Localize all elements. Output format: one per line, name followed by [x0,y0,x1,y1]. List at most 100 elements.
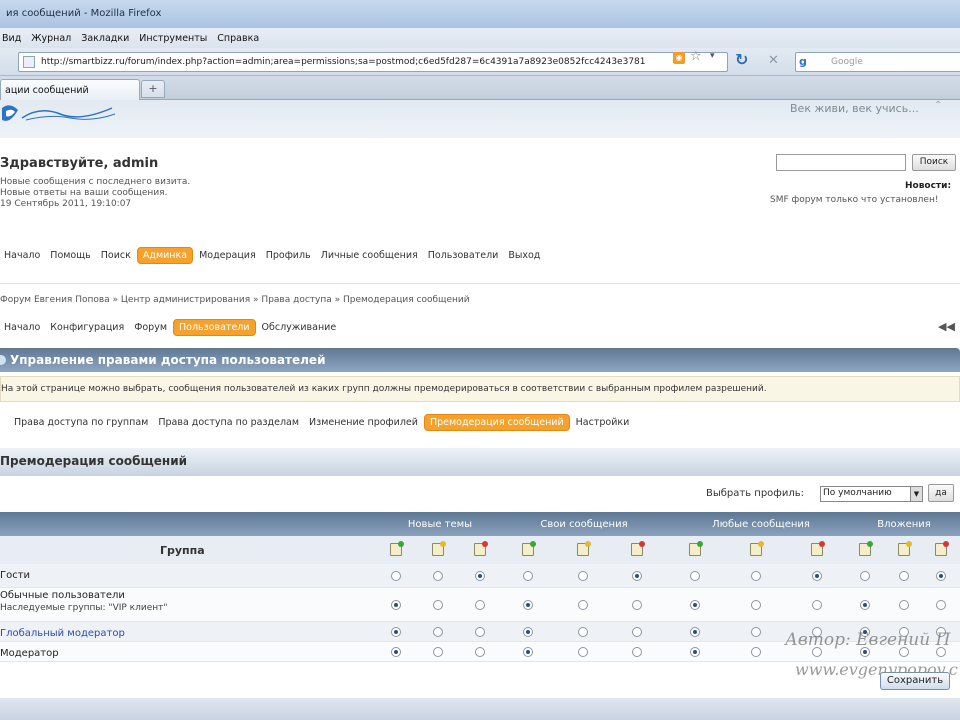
new-replies-link[interactable]: Новые ответы на ваши сообщения. [0,188,167,198]
permission-radio[interactable] [936,571,946,581]
google-icon: g [799,55,807,68]
submenu-home[interactable]: Начало [0,320,44,335]
tab-current[interactable]: ации сообщений [0,79,140,100]
permission-radio[interactable] [433,627,443,637]
permission-radio[interactable] [690,600,700,610]
menu-profile[interactable]: Профиль [262,248,315,263]
pending-icon [432,541,446,556]
forum-search-button[interactable]: Поиск [912,154,956,171]
permission-radio[interactable] [632,571,642,581]
browser-search-box[interactable]: g Google [795,52,960,72]
menu-home[interactable]: Начало [0,248,44,263]
permission-radio[interactable] [751,571,761,581]
tab-edit-profiles[interactable]: Изменение профилей [305,415,422,430]
permission-radio[interactable] [475,647,485,657]
submenu-config[interactable]: Конфигурация [46,320,128,335]
deny-icon [935,541,949,556]
forum-logo[interactable] [0,102,120,128]
collapse-header-icon[interactable]: ⌃ [934,100,942,111]
permission-radio[interactable] [391,571,401,581]
permission-radio[interactable] [751,647,761,657]
greeting: Здравствуйте, admin [0,156,159,171]
permission-radio[interactable] [391,627,401,637]
permission-radio[interactable] [578,647,588,657]
permission-radio[interactable] [751,600,761,610]
breadcrumb[interactable]: Форум Евгения Попова » Центр администрир… [0,295,470,305]
forum-header: Век живи, век учись... ⌃ [0,100,960,138]
permission-radio[interactable] [690,647,700,657]
permission-radio[interactable] [632,600,642,610]
menu-search[interactable]: Поиск [97,248,135,263]
menu-moderation[interactable]: Модерация [195,248,260,263]
col-group-attachments: Вложения [877,519,931,530]
save-button[interactable]: Сохранить [880,672,950,690]
permission-radio[interactable] [433,571,443,581]
tab-by-groups[interactable]: Права доступа по группам [10,415,152,430]
permission-radio[interactable] [632,627,642,637]
submenu-forum[interactable]: Форум [130,320,171,335]
tab-settings[interactable]: Настройки [572,415,634,430]
permission-radio[interactable] [899,600,909,610]
stop-icon[interactable]: ✕ [768,54,779,68]
permission-radio[interactable] [523,571,533,581]
new-tab-button[interactable]: + [141,80,165,98]
browser-search-placeholder: Google [831,57,863,67]
permission-radio[interactable] [936,600,946,610]
new-posts-link[interactable]: Новые сообщения с последнего визита. [0,177,190,187]
approve-icon [522,541,536,556]
bottom-strip [0,698,960,720]
bookmark-star-icon[interactable]: ☆ [690,49,702,64]
permission-radio[interactable] [812,600,822,610]
group-name[interactable]: Глобальный модератор [0,628,125,639]
forum-search-input[interactable] [776,154,906,171]
collapse-sidebar-icon[interactable]: ◀◀ [938,320,955,333]
url-dropdown-icon[interactable]: ▾ [710,51,715,61]
permission-radio[interactable] [433,600,443,610]
permission-radio[interactable] [578,600,588,610]
menu-help[interactable]: Справка [217,33,259,44]
menu-bookmarks[interactable]: Закладки [81,33,129,44]
permission-radio[interactable] [690,627,700,637]
profile-select[interactable]: По умолчанию ▼ [820,486,923,502]
permission-radio[interactable] [433,647,443,657]
url-bar[interactable]: http://smartbizz.ru/forum/index.php?acti… [18,52,728,72]
permission-radio[interactable] [690,571,700,581]
go-button[interactable]: да [928,484,954,502]
permission-tabs: Права доступа по группам Права доступа п… [10,412,635,432]
section-title: Управление правами доступа пользователей [10,353,326,367]
permission-radio[interactable] [751,627,761,637]
rss-icon[interactable]: ◉ [673,52,685,64]
menu-messages[interactable]: Личные сообщения [317,248,422,263]
permission-radio[interactable] [899,571,909,581]
permission-radio[interactable] [475,627,485,637]
menu-help[interactable]: Помощь [46,248,94,263]
menu-logout[interactable]: Выход [504,248,544,263]
group-name: Обычные пользователи [0,590,125,601]
tab-post-moderation[interactable]: Премодерация сообщений [423,413,570,431]
permission-radio[interactable] [523,647,533,657]
menu-history[interactable]: Журнал [31,33,71,44]
permission-radio[interactable] [578,627,588,637]
permission-radio[interactable] [632,647,642,657]
permission-radio[interactable] [475,571,485,581]
permission-radio[interactable] [812,571,822,581]
menu-members[interactable]: Пользователи [424,248,503,263]
pending-icon [898,541,912,556]
permission-radio[interactable] [578,571,588,581]
submenu-members[interactable]: Пользователи [173,318,256,336]
news-label: Новости: [905,181,952,191]
tab-by-boards[interactable]: Права доступа по разделам [154,415,303,430]
permission-radio[interactable] [523,627,533,637]
permission-radio[interactable] [391,600,401,610]
col-group-any-posts: Любые сообщения [712,519,810,530]
menu-tools[interactable]: Инструменты [139,33,207,44]
reload-icon[interactable]: ↻ [735,52,748,68]
permission-radio[interactable] [860,571,870,581]
permission-radio[interactable] [391,647,401,657]
permission-radio[interactable] [475,600,485,610]
menu-admin[interactable]: Админка [136,246,194,264]
submenu-maintenance[interactable]: Обслуживание [258,320,341,335]
permission-radio[interactable] [860,600,870,610]
permission-radio[interactable] [523,600,533,610]
menu-view[interactable]: Вид [2,33,21,44]
